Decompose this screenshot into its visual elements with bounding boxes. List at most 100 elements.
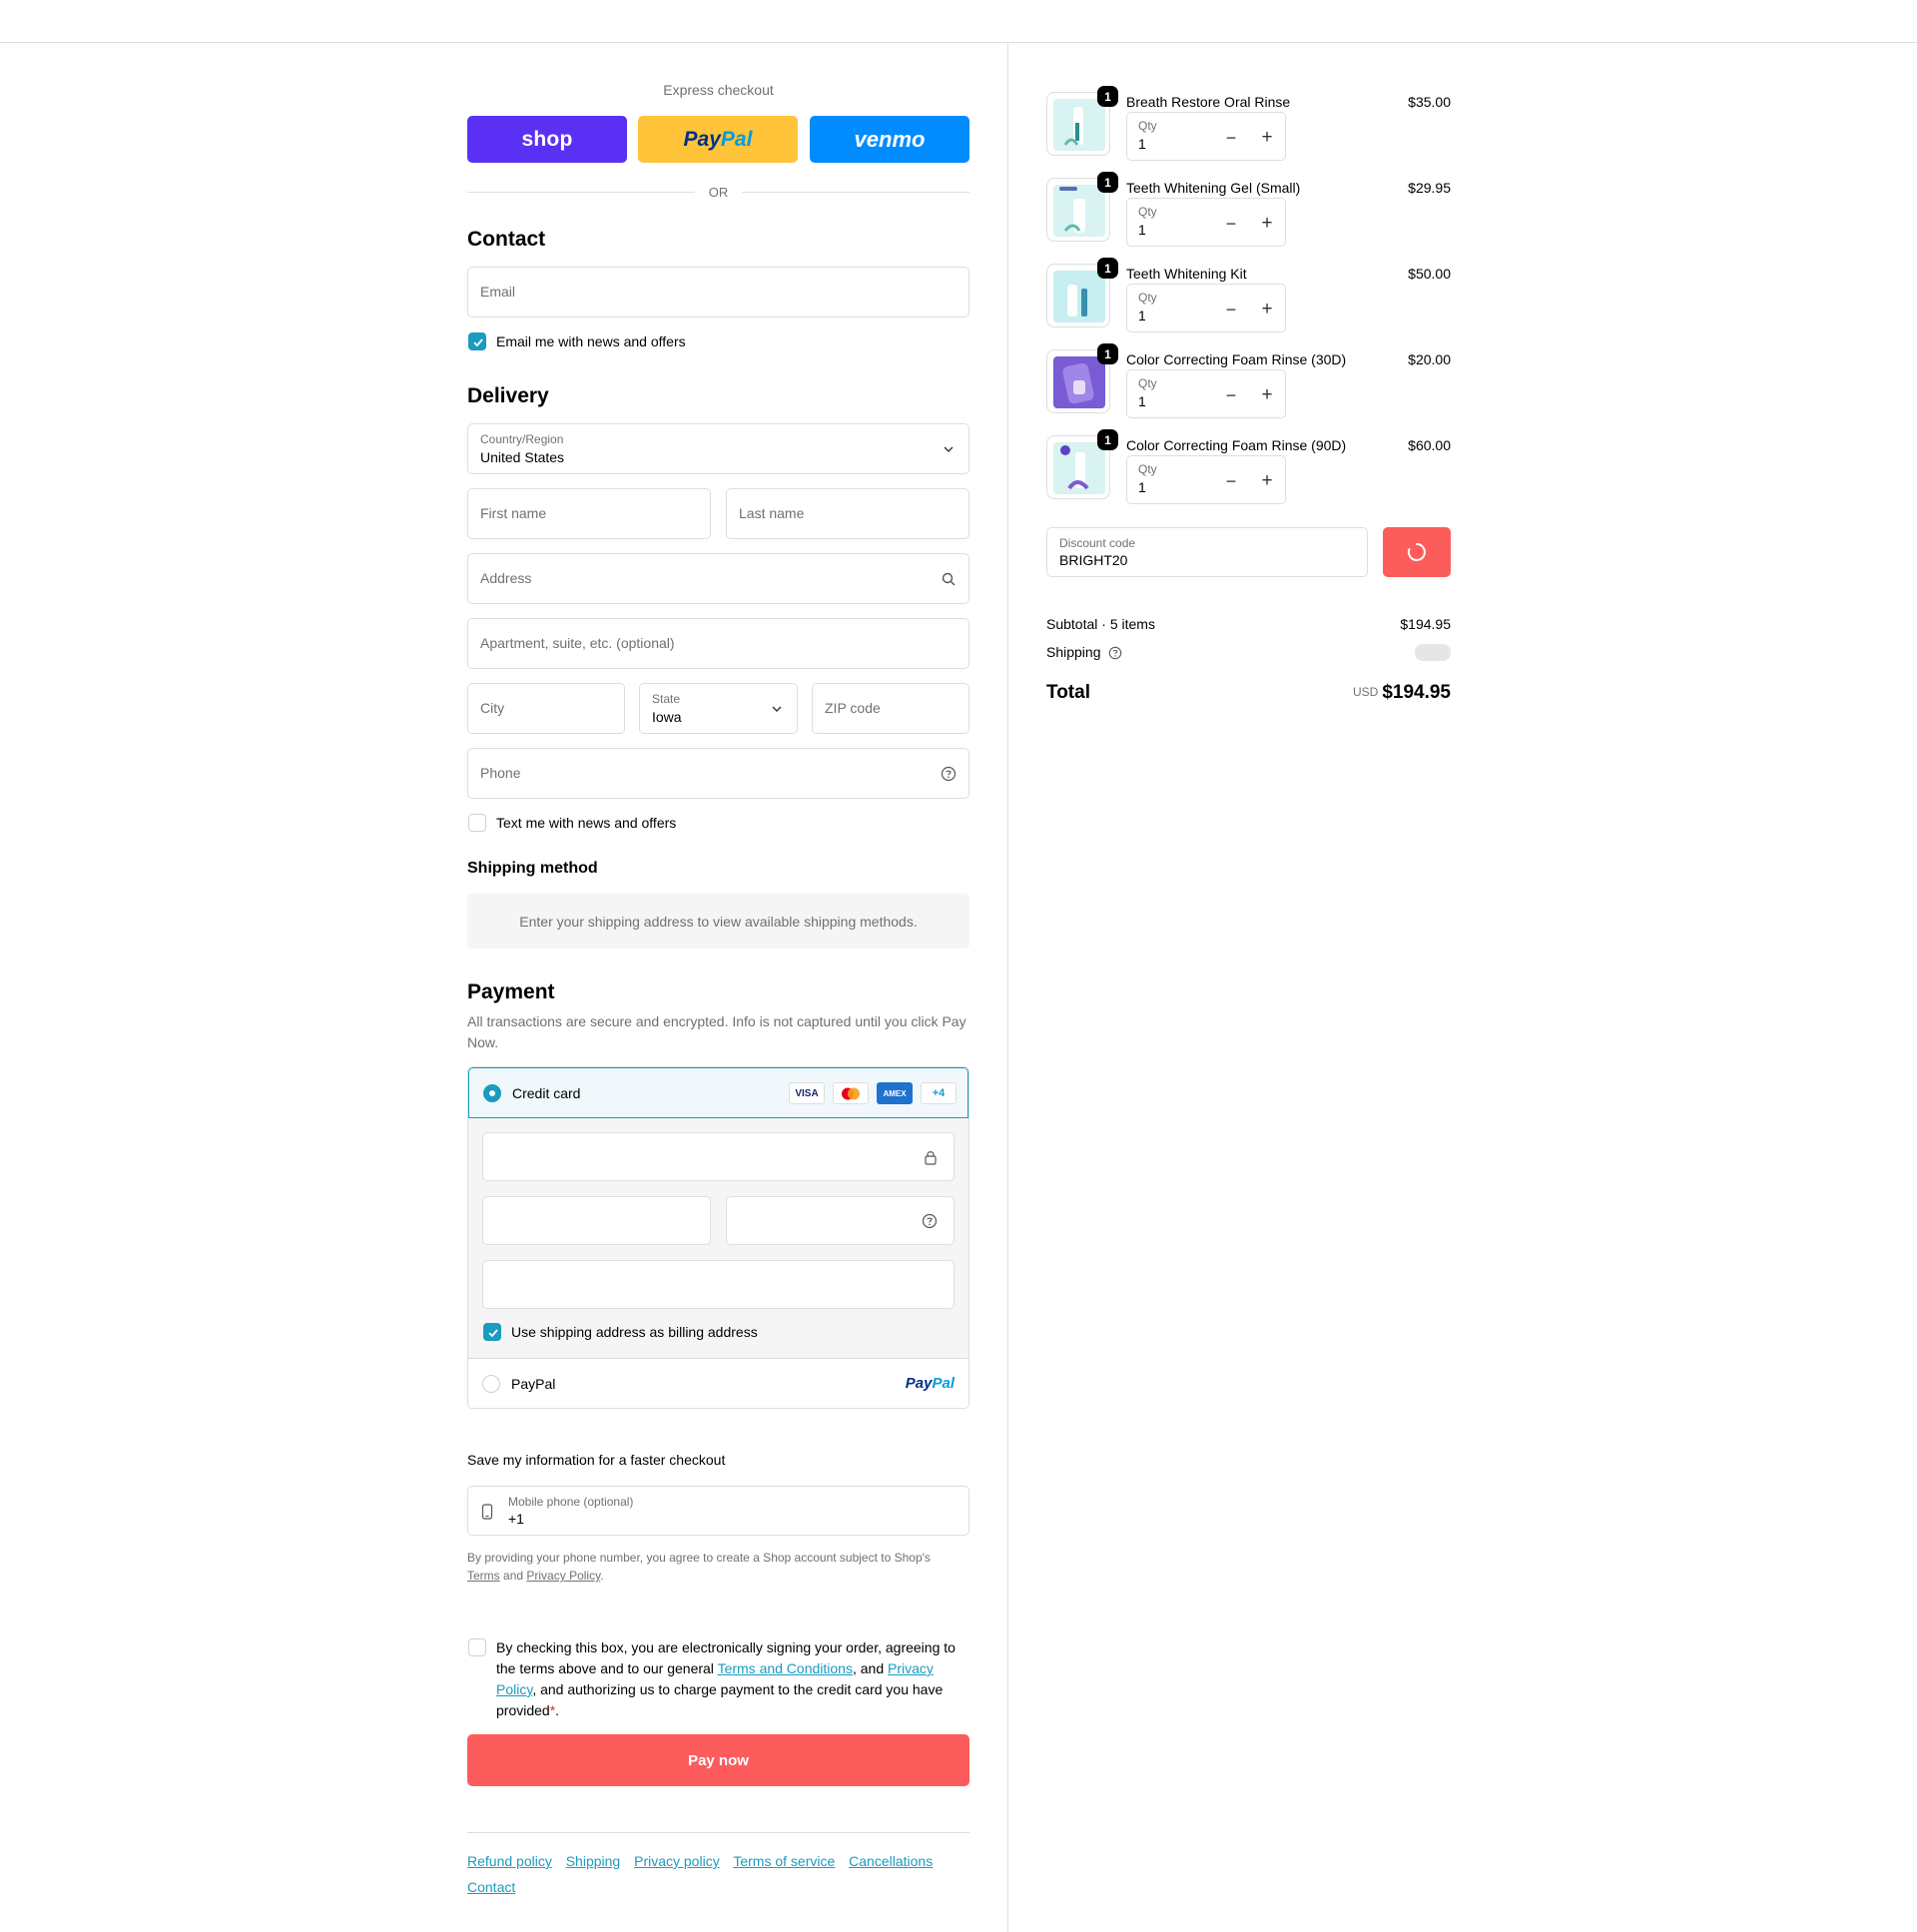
- total-row: Total USD $194.95: [1046, 682, 1451, 708]
- qty-value[interactable]: 1: [1138, 136, 1146, 152]
- refund-policy-link[interactable]: Refund policy: [467, 1853, 552, 1869]
- top-header-bar: [0, 0, 1917, 43]
- decrease-qty-button[interactable]: −: [1223, 128, 1239, 149]
- expiration-date-field[interactable]: [482, 1196, 711, 1245]
- qty-value[interactable]: 1: [1138, 479, 1146, 495]
- quantity-badge: 1: [1097, 172, 1118, 193]
- cart-item: 1 Teeth Whitening Kit $50.00 Qty 1 − +: [1046, 258, 1451, 349]
- address-field[interactable]: Address: [467, 553, 969, 604]
- sms-label: Text me with news and offers: [496, 815, 677, 831]
- last-name-field[interactable]: Last name: [726, 488, 969, 539]
- country-value: United States: [480, 449, 565, 465]
- newsletter-checkbox[interactable]: [468, 332, 486, 350]
- state-select[interactable]: State Iowa: [639, 683, 798, 734]
- footer-links: Refund policy Shipping Privacy policy Te…: [467, 1848, 969, 1900]
- decrease-qty-button[interactable]: −: [1223, 214, 1239, 235]
- increase-qty-button[interactable]: +: [1259, 299, 1275, 321]
- quantity-badge: 1: [1097, 86, 1118, 107]
- help-circle-icon[interactable]: [922, 1213, 938, 1229]
- agreement-checkbox[interactable]: [468, 1638, 486, 1656]
- quantity-badge: 1: [1097, 343, 1118, 364]
- footer-divider: [467, 1832, 969, 1833]
- shipping-label: Shipping: [1046, 644, 1101, 660]
- increase-qty-button[interactable]: +: [1259, 470, 1275, 492]
- qty-label: Qty: [1138, 291, 1157, 305]
- shop-terms-link[interactable]: Terms: [467, 1569, 500, 1583]
- express-checkout-title: Express checkout: [663, 82, 774, 98]
- subtotal-label: Subtotal · 5 items: [1046, 616, 1155, 632]
- credit-card-option[interactable]: Credit card VISA AMEX +4: [468, 1067, 968, 1118]
- paypal-radio[interactable]: [482, 1375, 500, 1393]
- terms-of-service-link[interactable]: Terms of service: [733, 1853, 835, 1869]
- phone-field[interactable]: Phone: [467, 748, 969, 799]
- mobile-phone-field[interactable]: Mobile phone (optional) +1: [467, 1486, 969, 1536]
- paypal-option-label: PayPal: [511, 1376, 556, 1392]
- visa-icon: VISA: [789, 1082, 825, 1104]
- contact-heading: Contact: [467, 228, 546, 251]
- phone-placeholder: Phone: [480, 765, 521, 781]
- item-price: $35.00: [1408, 94, 1451, 110]
- pay-now-button[interactable]: Pay now: [467, 1734, 969, 1786]
- cancellations-link[interactable]: Cancellations: [849, 1853, 933, 1869]
- credit-card-radio[interactable]: [483, 1084, 501, 1102]
- discount-code-label: Discount code: [1059, 536, 1136, 550]
- column-divider: [1007, 43, 1008, 1932]
- shipping-policy-link[interactable]: Shipping: [566, 1853, 621, 1869]
- newsletter-label: Email me with news and offers: [496, 333, 686, 349]
- qty-value[interactable]: 1: [1138, 222, 1146, 238]
- delivery-heading: Delivery: [467, 384, 549, 407]
- paypal-option[interactable]: PayPal PayPal: [468, 1359, 968, 1408]
- discount-code-field[interactable]: Discount code BRIGHT20: [1046, 527, 1368, 577]
- help-circle-icon[interactable]: [941, 766, 957, 782]
- decrease-qty-button[interactable]: −: [1223, 385, 1239, 406]
- name-on-card-field[interactable]: [482, 1260, 955, 1309]
- qty-value[interactable]: 1: [1138, 393, 1146, 409]
- venmo-express-button[interactable]: venmo: [810, 116, 969, 163]
- city-field[interactable]: City: [467, 683, 625, 734]
- payment-description: All transactions are secure and encrypte…: [467, 1013, 966, 1050]
- lock-icon: [925, 1151, 937, 1165]
- cart-item: 1 Teeth Whitening Gel (Small) $29.95 Qty…: [1046, 172, 1451, 264]
- venmo-logo: venmo: [854, 126, 926, 152]
- first-name-field[interactable]: First name: [467, 488, 711, 539]
- shop-privacy-link[interactable]: Privacy Policy: [526, 1569, 600, 1583]
- shipping-method-heading: Shipping method: [467, 860, 598, 877]
- apartment-field[interactable]: Apartment, suite, etc. (optional): [467, 618, 969, 669]
- item-price: $20.00: [1408, 351, 1451, 367]
- item-price: $60.00: [1408, 437, 1451, 453]
- apply-discount-button[interactable]: [1383, 527, 1451, 577]
- shop-pay-button[interactable]: shop: [467, 116, 627, 163]
- card-number-field[interactable]: [482, 1132, 955, 1181]
- first-name-placeholder: First name: [480, 505, 547, 521]
- country-select[interactable]: Country/Region United States: [467, 423, 969, 474]
- decrease-qty-button[interactable]: −: [1223, 471, 1239, 492]
- contact-link[interactable]: Contact: [467, 1879, 515, 1895]
- privacy-policy-footer-link[interactable]: Privacy policy: [634, 1853, 720, 1869]
- shop-account-legal: By providing your phone number, you agre…: [467, 1551, 931, 1583]
- city-placeholder: City: [480, 700, 505, 716]
- increase-qty-button[interactable]: +: [1259, 127, 1275, 149]
- email-field[interactable]: Email: [467, 267, 969, 318]
- help-circle-icon[interactable]: [1108, 646, 1122, 660]
- qty-label: Qty: [1138, 119, 1157, 133]
- item-price: $50.00: [1408, 266, 1451, 282]
- mobile-phone-value: +1: [508, 1511, 524, 1527]
- zip-field[interactable]: ZIP code: [812, 683, 969, 734]
- terms-conditions-link[interactable]: Terms and Conditions: [718, 1660, 853, 1676]
- email-placeholder: Email: [480, 284, 516, 300]
- item-name: Color Correcting Foam Rinse (90D): [1126, 437, 1347, 453]
- increase-qty-button[interactable]: +: [1259, 213, 1275, 235]
- loading-spinner-icon: [1407, 543, 1426, 561]
- qty-value[interactable]: 1: [1138, 308, 1146, 323]
- security-code-field[interactable]: [726, 1196, 955, 1245]
- state-value: Iowa: [652, 709, 682, 725]
- sms-checkbox[interactable]: [468, 814, 486, 832]
- total-amount: USD $194.95: [1353, 682, 1451, 704]
- increase-qty-button[interactable]: +: [1259, 384, 1275, 406]
- decrease-qty-button[interactable]: −: [1223, 300, 1239, 321]
- discount-code-value: BRIGHT20: [1059, 552, 1128, 568]
- paypal-express-button[interactable]: PayPal: [638, 116, 798, 163]
- subtotal-value: $194.95: [1400, 616, 1451, 632]
- currency-code: USD: [1352, 685, 1379, 699]
- billing-address-checkbox[interactable]: [483, 1323, 501, 1341]
